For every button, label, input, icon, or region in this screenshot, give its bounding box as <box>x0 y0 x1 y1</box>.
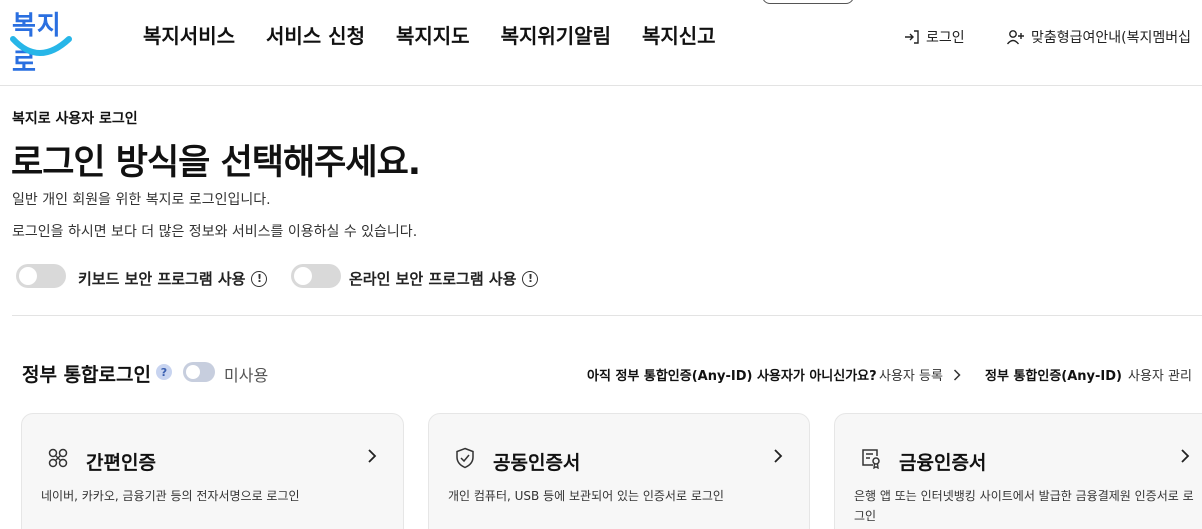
user-plus-icon <box>1006 30 1024 45</box>
simple-auth-desc: 네이버, 카카오, 금융기관 등의 전자서명으로 로그인 <box>41 489 300 503</box>
online-security-text: 온라인 보안 프로그램 사용 <box>349 270 517 288</box>
user-register-label: 사용자 등록 <box>879 369 943 384</box>
login-icon <box>905 30 919 44</box>
keyboard-security-label: 키보드 보안 프로그램 사용 ! <box>78 268 268 289</box>
joint-cert-card[interactable]: 공동인증서 개인 컴퓨터, USB 등에 보관되어 있는 인증서로 로그인 <box>428 413 810 529</box>
custom-benefit-label: 맞춤형급여안내(복지멤버십 <box>1031 30 1192 46</box>
keyboard-security-text: 키보드 보안 프로그램 사용 <box>78 270 246 288</box>
chevron-right-icon <box>368 449 377 463</box>
help-icon[interactable]: ? <box>156 364 172 380</box>
simple-auth-icon <box>48 448 68 468</box>
top-pill-button[interactable] <box>762 0 854 4</box>
nav-crisis-alert[interactable]: 복지위기알림 <box>501 20 611 49</box>
nav-welfare-report[interactable]: 복지신고 <box>642 20 716 49</box>
gov-login-title: 정부 통합로그인 <box>22 364 151 386</box>
shield-check-icon <box>456 447 474 469</box>
site-header: 복지로 복지서비스 서비스 신청 복지지도 복지위기알림 복지신고 로그인 맞춤… <box>0 0 1202 86</box>
online-security-toggle[interactable] <box>291 264 341 288</box>
chevron-right-icon <box>953 368 961 381</box>
chevron-right-icon <box>1181 449 1190 463</box>
section-divider <box>12 315 1202 316</box>
logo-smile-icon <box>10 36 72 56</box>
bokjiro-logo[interactable]: 복지로 <box>9 3 73 78</box>
info-icon[interactable]: ! <box>522 270 539 287</box>
intro-description-2: 로그인을 하시면 보다 더 많은 정보와 서비스를 이용하실 수 있습니다. <box>12 224 418 240</box>
chevron-right-icon <box>774 449 783 463</box>
toggle-knob <box>186 365 200 379</box>
info-icon[interactable]: ! <box>251 270 268 287</box>
anyid-label: 정부 통합인증(Any-ID) <box>985 369 1122 384</box>
user-manage-link[interactable]: 사용자 관리 <box>1128 365 1192 384</box>
nav-service-apply[interactable]: 서비스 신청 <box>266 20 365 49</box>
financial-cert-desc: 은행 앱 또는 인터넷뱅킹 사이트에서 발급한 금융결제원 인증서로 로그인 <box>854 489 1194 523</box>
page-title: 로그인 방식을 선택해주세요. <box>11 143 421 183</box>
financial-cert-card[interactable]: 금융인증서 은행 앱 또는 인터넷뱅킹 사이트에서 발급한 금융결제원 인증서로… <box>834 413 1202 529</box>
anyid-question: 아직 정부 통합인증(Any-ID) 사용자가 아니신가요? <box>587 369 877 384</box>
online-security-label: 온라인 보안 프로그램 사용 ! <box>349 268 539 289</box>
intro-description-1: 일반 개인 회원을 위한 복지로 로그인입니다. <box>12 192 271 208</box>
page-subtitle: 복지로 사용자 로그인 <box>12 111 138 127</box>
main-nav: 복지서비스 서비스 신청 복지지도 복지위기알림 복지신고 <box>143 20 716 49</box>
joint-cert-desc: 개인 컴퓨터, USB 등에 보관되어 있는 인증서로 로그인 <box>448 489 724 503</box>
custom-benefit-link[interactable]: 맞춤형급여안내(복지멤버십 <box>1006 27 1191 47</box>
nav-welfare-map[interactable]: 복지지도 <box>396 20 470 49</box>
simple-auth-title: 간편인증 <box>86 452 156 474</box>
financial-cert-title: 금융인증서 <box>899 452 987 474</box>
gov-login-toggle[interactable] <box>183 362 215 382</box>
toggle-knob <box>19 267 37 285</box>
login-label: 로그인 <box>926 30 965 46</box>
gov-login-state: 미사용 <box>224 366 269 385</box>
joint-cert-title: 공동인증서 <box>493 452 581 474</box>
nav-welfare-service[interactable]: 복지서비스 <box>143 20 235 49</box>
simple-auth-card[interactable]: 간편인증 네이버, 카카오, 금융기관 등의 전자서명으로 로그인 <box>21 413 404 529</box>
keyboard-security-toggle[interactable] <box>16 264 66 288</box>
login-link[interactable]: 로그인 <box>903 27 965 47</box>
certificate-icon <box>862 449 880 469</box>
user-register-link[interactable]: 사용자 등록 <box>879 365 961 384</box>
toggle-knob <box>294 267 312 285</box>
